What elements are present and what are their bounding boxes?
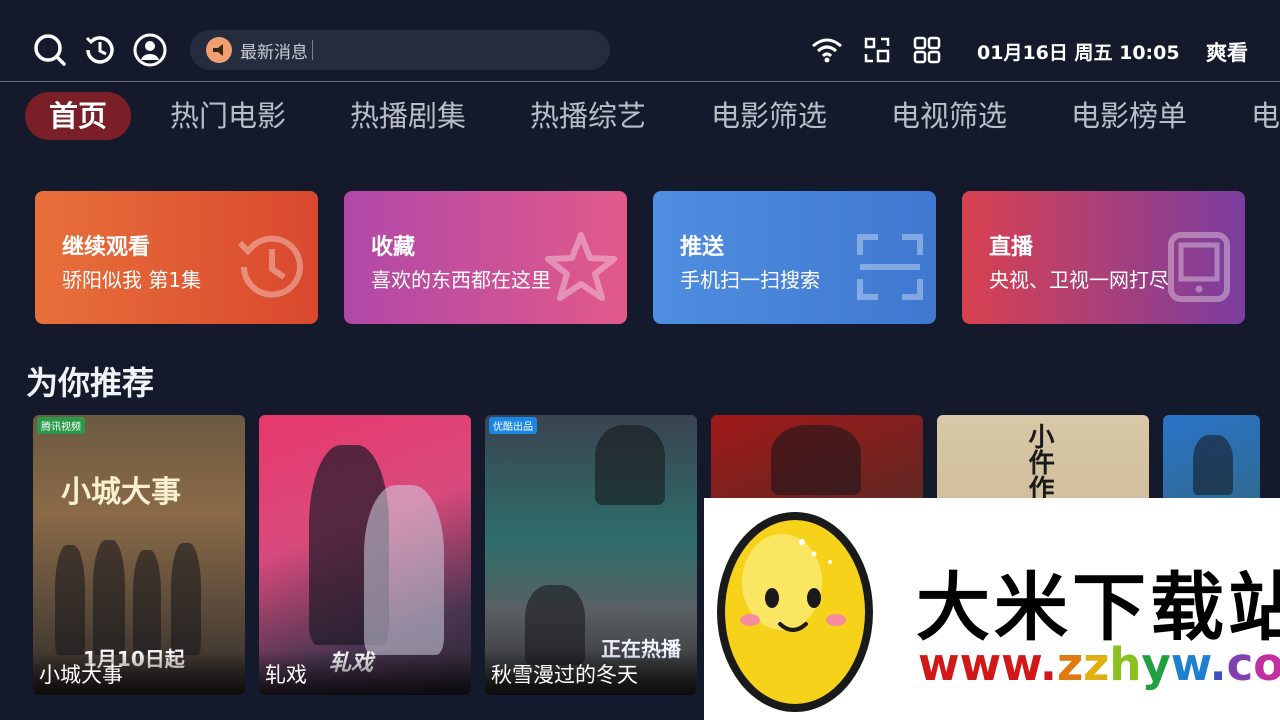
tab-hot-series[interactable]: 热播剧集 [350,92,466,140]
continue-watching-card[interactable]: 继续观看 骄阳似我 第1集 [35,191,318,324]
app-brand: 爽看 [1206,41,1248,65]
poster-figure [133,550,161,655]
card-title: 推送 [680,235,725,260]
user-icon[interactable] [132,32,168,68]
poster-caption: 轧戏 [259,651,471,695]
poster-figure [771,425,861,495]
section-title: 为你推荐 [26,364,155,402]
card-subtitle: 手机扫一扫搜索 [680,268,820,292]
tab-home[interactable]: 首页 [25,92,132,140]
megaphone-icon [206,37,232,63]
watermark-url: www.zzhyw.com [918,638,1280,691]
live-card[interactable]: 直播 央视、卫视一网打尽 [962,191,1245,324]
apps-grid-icon[interactable] [909,32,945,68]
search-icon[interactable] [32,32,68,68]
poster-figure [595,425,665,505]
tab-hot-movies[interactable]: 热门电影 [170,92,286,140]
favorites-card[interactable]: 收藏 喜欢的东西都在这里 [344,191,627,324]
watermark-overlay: 大米下载站 www.zzhyw.com [704,498,1280,720]
card-title: 继续观看 [62,235,151,260]
platform-badge: 优酷出品 [489,417,537,434]
poster-card[interactable]: 轧戏 轧戏 [259,415,471,695]
poster-figure [93,540,125,655]
tab-movie-filter[interactable]: 电影筛选 [711,92,827,140]
top-bar: 最新消息 01月16日 周五 10:05 爽看 [0,0,1280,82]
poster-title-art: 小城大事 [61,475,181,510]
push-card[interactable]: 推送 手机扫一扫搜索 [653,191,936,324]
poster-caption: 小城大事 [33,651,245,695]
history-icon [237,235,303,298]
tab-tv-filter[interactable]: 电视筛选 [891,92,1007,140]
tablet-icon [1168,232,1230,302]
card-title: 直播 [989,235,1034,260]
poster-title-art: 小仵作 [1024,423,1054,501]
news-bar[interactable]: 最新消息 [190,30,610,70]
card-subtitle: 央视、卫视一网打尽 [989,268,1169,292]
poster-figure [171,543,201,655]
mascot-logo [717,512,873,712]
tab-more[interactable]: 电 [1251,92,1280,140]
wifi-icon [809,32,845,68]
poster-figure [1193,435,1233,495]
poster-card[interactable]: 腾讯视频 小城大事 1月10日起 小城大事 [33,415,245,695]
tab-hot-variety[interactable]: 热播综艺 [530,92,646,140]
poster-figure [55,545,85,655]
platform-badge: 腾讯视频 [37,417,85,434]
star-icon [545,232,617,301]
clock: 01月16日 周五 10:05 [977,42,1180,64]
card-subtitle: 骄阳似我 第1集 [62,268,202,292]
scan-icon [857,234,923,300]
poster-figure [364,485,444,655]
category-nav: 首页 热门电影 热播剧集 热播综艺 电影筛选 电视筛选 电影榜单 电 [0,86,1280,148]
scan-icon[interactable] [859,32,895,68]
news-label: 最新消息 [240,42,308,63]
text-cursor [312,40,313,60]
card-subtitle: 喜欢的东西都在这里 [371,268,551,292]
poster-card[interactable]: 优酷出品 正在热播 秋雪漫过的冬天 [485,415,697,695]
tab-movie-ranking[interactable]: 电影榜单 [1071,92,1187,140]
card-title: 收藏 [371,235,416,260]
history-icon[interactable] [82,32,118,68]
poster-caption: 秋雪漫过的冬天 [485,651,697,695]
